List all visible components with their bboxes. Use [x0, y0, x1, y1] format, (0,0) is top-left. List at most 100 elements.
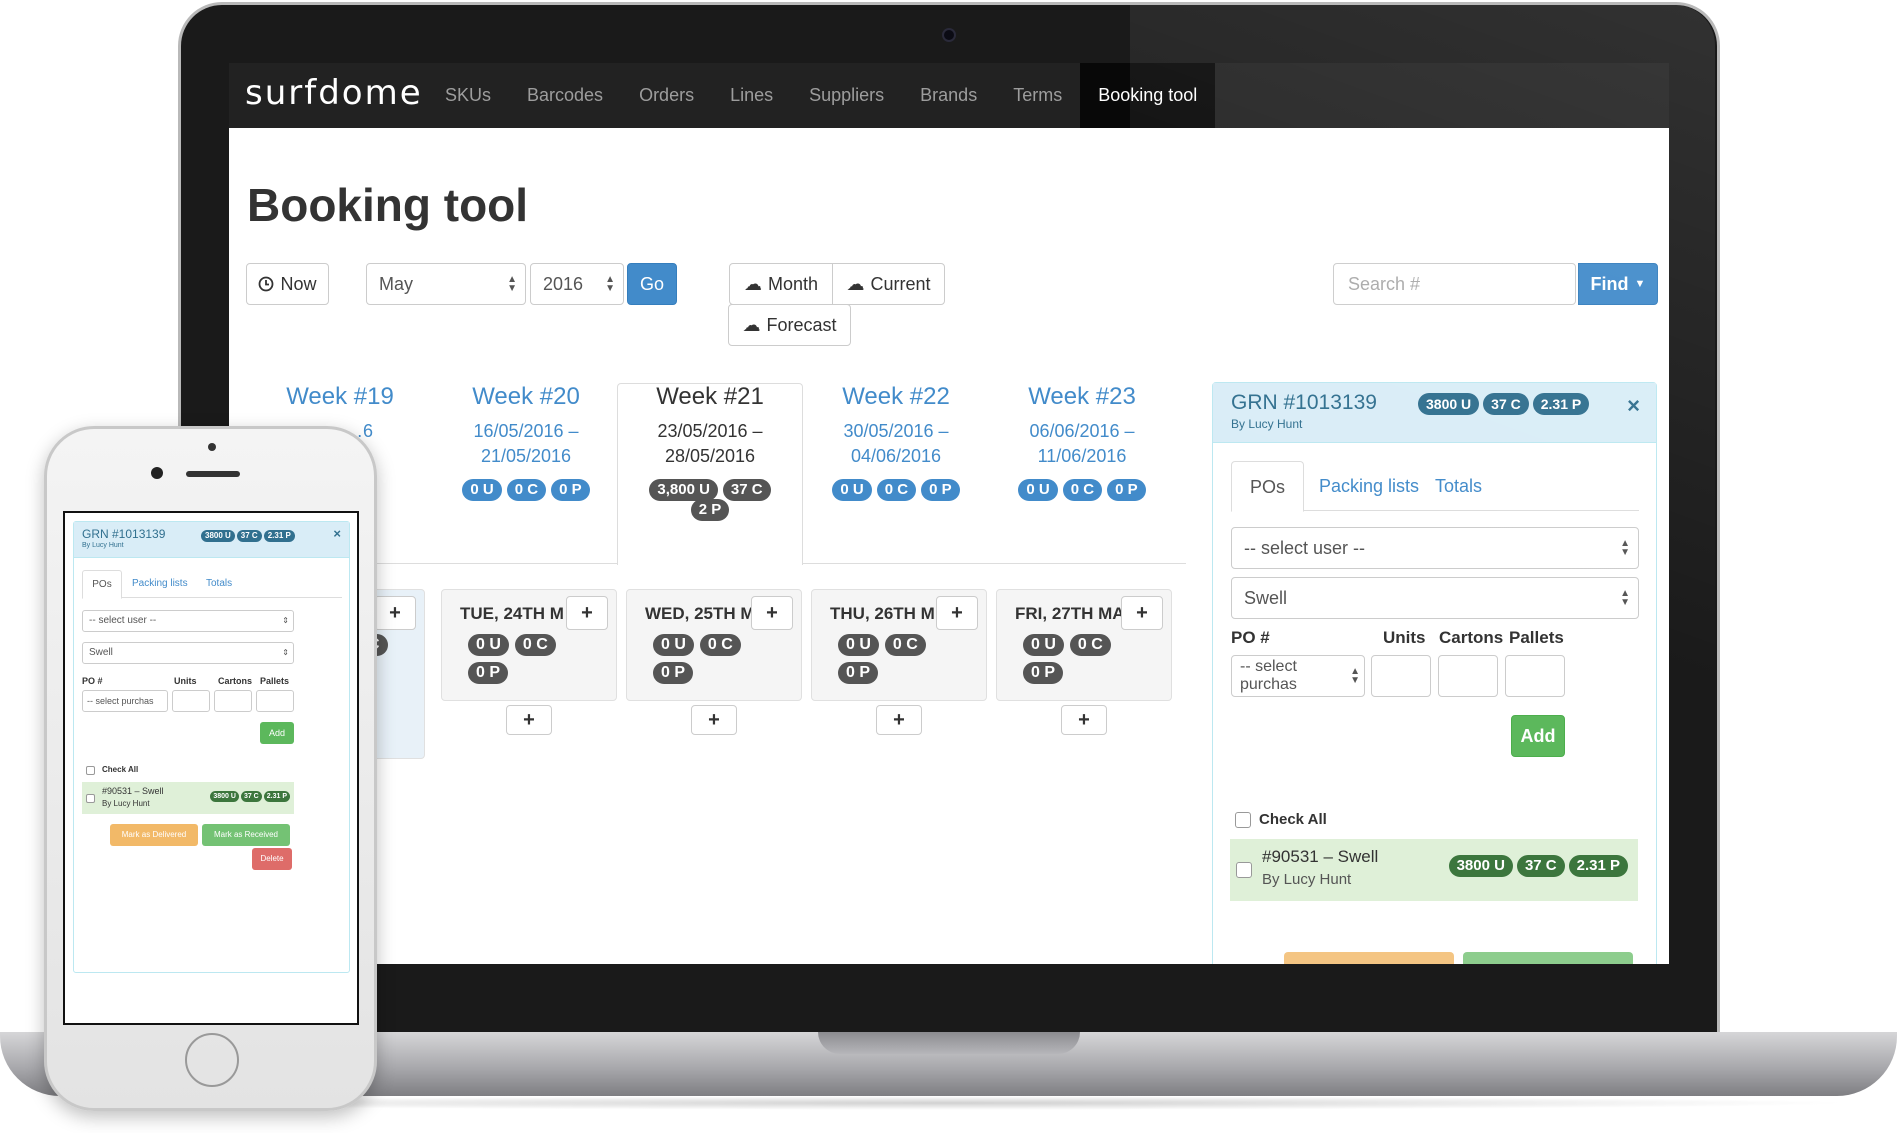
mark-received-button[interactable]	[1463, 952, 1633, 964]
go-button[interactable]: Go	[627, 263, 677, 305]
grn-title: GRN #1013139	[1231, 391, 1377, 414]
po-author: By Lucy Hunt	[1262, 871, 1352, 888]
mobile-pallets-input[interactable]	[256, 690, 294, 712]
brand-logo[interactable]: surfdome	[245, 73, 423, 113]
week-title[interactable]: Week #23	[989, 383, 1175, 411]
mobile-units-label: Units	[174, 676, 197, 686]
camera-icon	[942, 28, 956, 42]
nav-brands[interactable]: Brands	[902, 63, 995, 128]
mark-delivered-button[interactable]	[1284, 952, 1454, 964]
nav-skus[interactable]: SKUs	[427, 63, 509, 128]
week-21[interactable]: Week #21 23/05/2016 – 28/05/2016 3,800 U…	[617, 383, 803, 521]
po-cartons-badge: 37 C	[1516, 855, 1565, 877]
week-20[interactable]: Week #20 16/05/2016 – 21/05/2016 0 U 0 C…	[433, 383, 619, 501]
year-select[interactable]: 2016 ▲ ▼	[530, 263, 624, 305]
week-22[interactable]: Week #22 30/05/2016 – 04/06/2016 0 U 0 C…	[803, 383, 989, 501]
po-checkbox[interactable]	[1236, 862, 1252, 878]
forecast-button[interactable]: ☁ Forecast	[728, 304, 851, 346]
add-booking-button[interactable]: +	[566, 596, 608, 630]
po-title: #90531 – Swell	[1262, 847, 1379, 866]
current-button[interactable]: ☁ Current	[832, 263, 945, 305]
find-button[interactable]: Find ▼	[1578, 263, 1658, 305]
add-booking-button[interactable]: +	[936, 596, 978, 630]
mobile-check-all-checkbox[interactable]	[86, 766, 95, 775]
add-day-button[interactable]: +	[1061, 705, 1107, 735]
mobile-pallets-badge: 2.31 P	[263, 530, 295, 542]
week-cartons-badge: 37 C	[722, 479, 771, 501]
grn-units-badge: 3800 U	[1418, 393, 1480, 415]
year-value: 2016	[543, 273, 584, 294]
po-list-item[interactable]: #90531 – Swell By Lucy Hunt 3800 U 37 C …	[1230, 839, 1638, 901]
mobile-po-checkbox[interactable]	[86, 794, 95, 803]
user-select-value: -- select user --	[1244, 537, 1366, 558]
mobile-po-pallets-badge: 2.31 P	[263, 791, 290, 802]
month-button[interactable]: ☁ Month	[729, 263, 833, 305]
close-icon[interactable]: ×	[333, 526, 341, 541]
mobile-supplier-select[interactable]: Swell ⇕	[82, 642, 294, 664]
mobile-cartons-label: Cartons	[218, 676, 253, 686]
nav-terms[interactable]: Terms	[995, 63, 1080, 128]
purchase-order-select[interactable]: -- select purchas ▲ ▼	[1231, 655, 1365, 697]
user-select[interactable]: -- select user -- ▲ ▼	[1231, 527, 1639, 569]
now-label: Now	[280, 273, 317, 294]
mobile-user-select[interactable]: -- select user -- ⇕	[82, 610, 294, 632]
phone-home-button[interactable]	[185, 1033, 239, 1087]
add-po-button[interactable]: Add	[1511, 715, 1565, 757]
select-arrows-icon: ▲ ▼	[1620, 588, 1630, 608]
add-day-button[interactable]: +	[506, 705, 552, 735]
nav-barcodes[interactable]: Barcodes	[509, 63, 621, 128]
week-title[interactable]: Week #19	[247, 383, 433, 411]
mobile-grn-panel: GRN #1013139 By Lucy Hunt 3800 U 37 C 2.…	[73, 521, 350, 973]
pallets-input[interactable]	[1505, 655, 1565, 697]
week-title[interactable]: Week #21	[617, 383, 803, 411]
nav-suppliers[interactable]: Suppliers	[791, 63, 902, 128]
mobile-tab-totals[interactable]: Totals	[206, 578, 232, 589]
po-units-badge: 3800 U	[1448, 855, 1513, 877]
grn-panel-header: GRN #1013139 By Lucy Hunt 3800 U 37 C 2.…	[1213, 383, 1656, 443]
select-arrows-icon: ⇕	[282, 616, 289, 625]
add-booking-button[interactable]: +	[751, 596, 793, 630]
tab-totals[interactable]: Totals	[1417, 461, 1500, 512]
mobile-mark-delivered-button[interactable]: Mark as Delivered	[110, 824, 198, 846]
close-icon[interactable]: ×	[1627, 393, 1640, 419]
mobile-purchase-order-select[interactable]: -- select purchas	[82, 690, 168, 712]
mobile-cartons-input[interactable]	[214, 690, 252, 712]
add-day-button[interactable]: +	[691, 705, 737, 735]
mobile-units-input[interactable]	[172, 690, 210, 712]
nav-orders[interactable]: Orders	[621, 63, 712, 128]
select-arrows-icon: ⇕	[282, 648, 289, 657]
po-pallets-badge: 2.31 P	[1568, 855, 1628, 877]
cartons-input[interactable]	[1438, 655, 1498, 697]
mobile-add-button[interactable]: Add	[260, 722, 294, 744]
phone-screen: GRN #1013139 By Lucy Hunt 3800 U 37 C 2.…	[63, 511, 359, 1025]
supplier-select[interactable]: Swell ▲ ▼	[1231, 577, 1639, 619]
day-card-tuesday: TUE, 24TH M + 0 U 0 C 0 P	[441, 589, 617, 701]
tab-pos[interactable]: POs	[1231, 461, 1305, 512]
now-button[interactable]: Now	[246, 263, 329, 305]
mobile-tab-pos[interactable]: POs	[82, 570, 122, 599]
week-title[interactable]: Week #20	[433, 383, 619, 411]
day-pallets-badge: 0 P	[653, 662, 694, 684]
search-input[interactable]: Search #	[1333, 263, 1576, 305]
week-cartons-badge: 0 C	[1062, 479, 1103, 501]
units-input[interactable]	[1371, 655, 1431, 697]
mobile-mark-received-button[interactable]: Mark as Received	[202, 824, 290, 846]
nav-lines[interactable]: Lines	[712, 63, 791, 128]
month-select[interactable]: May ▲ ▼	[366, 263, 526, 305]
units-label: Units	[1383, 628, 1426, 647]
check-all-checkbox[interactable]	[1235, 812, 1251, 828]
add-booking-button[interactable]: +	[374, 596, 416, 630]
day-cartons-badge: 0 C	[514, 634, 556, 656]
mobile-pallets-label: Pallets	[260, 676, 290, 686]
nav-booking-tool[interactable]: Booking tool	[1080, 63, 1216, 128]
add-booking-button[interactable]: +	[1121, 596, 1163, 630]
mobile-po-list-item[interactable]: #90531 – Swell By Lucy Hunt 3800 U 37 C …	[82, 782, 294, 814]
week-title[interactable]: Week #22	[803, 383, 989, 411]
mobile-tab-packing-lists[interactable]: Packing lists	[132, 578, 188, 589]
mobile-delete-button[interactable]: Delete	[252, 848, 292, 870]
caret-down-icon: ▼	[1634, 278, 1646, 290]
supplier-select-value: Swell	[1244, 587, 1288, 608]
add-day-button[interactable]: +	[876, 705, 922, 735]
mobile-cartons-badge: 37 C	[236, 530, 262, 542]
week-23[interactable]: Week #23 06/06/2016 – 11/06/2016 0 U 0 C…	[989, 383, 1175, 501]
